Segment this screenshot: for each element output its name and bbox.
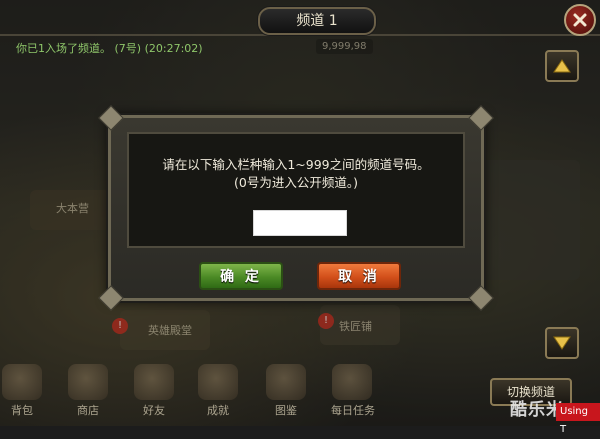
notification-badge: ! <box>318 313 334 329</box>
confirm-button[interactable]: 确 定 <box>199 262 283 290</box>
nav-item-friends[interactable]: 好友 <box>126 360 182 426</box>
scene-label-smithy: 铁匠铺 <box>339 320 372 333</box>
channel-input-dialog: 请在以下输入栏种输入1~999之间的频道号码。 (0号为进入公开频道。) 确 定… <box>98 105 494 311</box>
watermark-tag: Using T <box>556 403 600 435</box>
dialog-content-panel: 请在以下输入栏种输入1~999之间的频道号码。 (0号为进入公开频道。) <box>127 132 465 248</box>
arrow-up-icon <box>553 59 571 73</box>
notification-badge: ! <box>112 318 128 334</box>
nav-item-label: 好友 <box>143 404 165 417</box>
nav-item-label: 图鉴 <box>275 404 297 417</box>
nav-item-label: 商店 <box>77 404 99 417</box>
channel-title: 频道 1 <box>258 7 376 35</box>
nav-item-shop[interactable]: 商店 <box>60 360 116 426</box>
bag-icon <box>2 364 42 400</box>
gold-amount: 9,999,98 <box>316 39 373 54</box>
scene-label-camp: 大本营 <box>56 202 89 215</box>
dialog-prompt-note: (0号为进入公开频道。) <box>234 175 358 190</box>
nav-item-book[interactable]: 图鉴 <box>258 360 314 426</box>
close-icon <box>573 13 587 27</box>
cancel-button[interactable]: 取 消 <box>317 262 401 290</box>
scroll-up-button[interactable] <box>545 50 579 82</box>
system-message: 你已1入场了频道。 (7号) (20:27:02) <box>16 42 203 55</box>
nav-item-label: 背包 <box>11 404 33 417</box>
dialog-prompt: 请在以下输入栏种输入1~999之间的频道号码。 <box>162 157 430 172</box>
nav-item-bag[interactable]: 背包 <box>0 360 50 426</box>
close-button[interactable] <box>564 4 596 36</box>
quest-icon <box>332 364 372 400</box>
nav-item-daily-quest[interactable]: 每日任务 <box>318 360 388 426</box>
arrow-down-icon <box>553 336 571 350</box>
shop-icon <box>68 364 108 400</box>
channel-number-input[interactable] <box>253 210 347 236</box>
nav-item-label: 每日任务 <box>331 404 375 417</box>
scroll-down-button[interactable] <box>545 327 579 359</box>
bottom-nav-bar: 背包 商店 好友 成就 图鉴 每日任务 <box>0 360 480 426</box>
friends-icon <box>134 364 174 400</box>
nav-item-label: 成就 <box>207 404 229 417</box>
achievement-icon <box>198 364 238 400</box>
scene-label-hero-hall: 英雄殿堂 <box>148 324 192 337</box>
nav-item-achievement[interactable]: 成就 <box>190 360 246 426</box>
book-icon <box>266 364 306 400</box>
